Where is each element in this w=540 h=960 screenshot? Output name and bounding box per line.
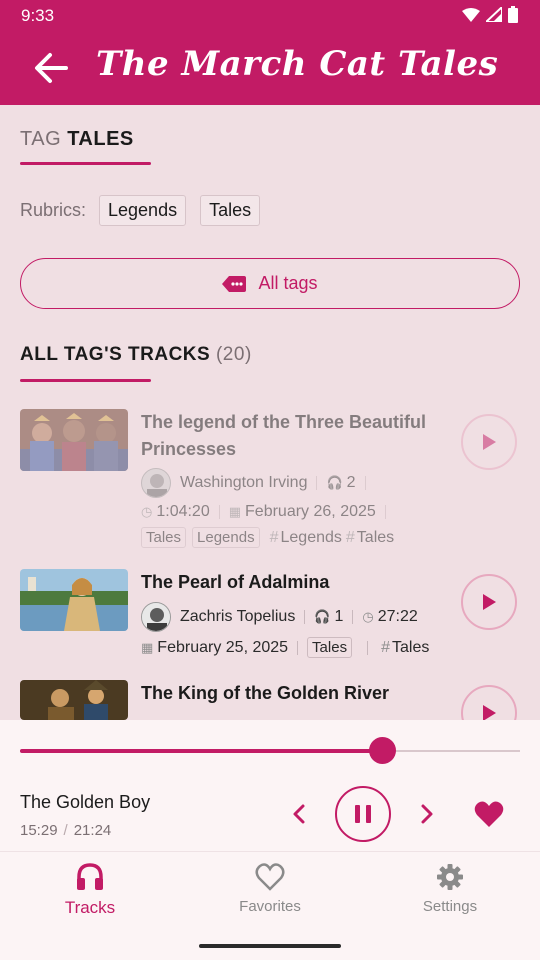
all-tags-label: All tags	[258, 273, 318, 293]
tag-header-underline	[20, 162, 151, 165]
gesture-handle	[199, 944, 341, 948]
play-icon	[483, 434, 496, 450]
now-playing-time: 15:29/21:24	[20, 822, 112, 839]
track-play-button[interactable]	[461, 574, 517, 630]
clock-icon: ◷	[141, 504, 153, 519]
tag-icon	[222, 275, 247, 292]
status-icons	[462, 6, 518, 23]
nav-settings-label: Settings	[422, 898, 478, 915]
track-tag[interactable]: Legends	[281, 529, 342, 547]
nav-tracks-label: Tracks	[64, 898, 116, 917]
track-rubric-chip[interactable]: Legends	[192, 527, 260, 548]
calendar-icon: ▦	[141, 639, 154, 655]
app-header: 9:33 The March Cat Tales	[0, 0, 540, 105]
track-date: February 26, 2025	[245, 503, 376, 520]
track-author[interactable]: Zachris Topelius	[180, 608, 295, 626]
clock-icon: ◷	[362, 609, 374, 624]
bottom-navigation: Tracks Favorites Settings	[0, 851, 540, 960]
nav-tracks[interactable]: Tracks	[30, 862, 150, 918]
track-meta-row: ◷ 1:04:20 ▦ February 26, 2025	[141, 503, 395, 521]
tag-prefix: TAG	[20, 128, 62, 150]
battery-icon	[508, 6, 518, 23]
track-meta-row: Zachris Topelius 🎧 1 ◷ 27:22	[141, 602, 418, 632]
rubric-chip-tales[interactable]: Tales	[200, 195, 261, 226]
section-title: ALL TAG'S TRACKS (20)	[20, 344, 252, 366]
rubrics-row: Rubrics: Legends Tales	[20, 195, 274, 226]
track-play-button[interactable]	[461, 414, 517, 470]
tag-header: TAG TALES	[20, 128, 134, 151]
status-time: 9:33	[21, 6, 55, 25]
back-arrow-icon[interactable]	[30, 48, 74, 88]
nav-settings[interactable]: Settings	[390, 862, 510, 915]
pause-button[interactable]	[335, 786, 391, 842]
track-listens: 2	[346, 474, 356, 491]
seek-bar-thumb[interactable]	[368, 737, 396, 764]
tag-name: TALES	[67, 128, 134, 150]
nav-favorites[interactable]: Favorites	[210, 862, 330, 915]
signal-icon	[486, 7, 502, 22]
track-rubric-chip[interactable]: Tales	[307, 637, 353, 658]
status-bar: 9:33	[0, 0, 540, 32]
heart-filled-icon[interactable]	[474, 800, 504, 828]
headphones-icon	[77, 863, 103, 890]
rubric-chip-legends[interactable]: Legends	[99, 195, 187, 226]
track-tag[interactable]: Tales	[357, 529, 394, 547]
track-cover-image	[20, 409, 128, 471]
author-avatar	[141, 602, 171, 632]
next-icon[interactable]	[417, 803, 437, 825]
headphones-small-icon: 🎧	[326, 475, 343, 490]
wifi-icon	[462, 7, 480, 22]
now-playing-title: The Golden Boy	[20, 792, 151, 812]
track-listens: 1	[334, 608, 344, 625]
track-meta-row: Washington Irving 🎧 2	[141, 468, 375, 498]
pause-icon	[355, 805, 371, 823]
track-tags-row: Tales Legends # Legends # Tales	[141, 527, 394, 548]
app-title: The March Cat Tales	[96, 44, 499, 84]
nav-favorites-label: Favorites	[239, 898, 301, 915]
all-tags-button[interactable]: All tags	[20, 258, 520, 309]
section-title-text: ALL TAG'S TRACKS	[20, 344, 211, 365]
gear-icon	[437, 864, 463, 890]
elapsed-time: 15:29	[20, 822, 58, 839]
seek-bar[interactable]	[20, 737, 520, 764]
track-cover-image	[20, 569, 128, 631]
track-duration: 1:04:20	[156, 503, 210, 520]
track-tag[interactable]: Tales	[392, 639, 429, 657]
rubrics-label: Rubrics:	[20, 200, 87, 220]
calendar-icon: ▦	[228, 504, 242, 519]
play-icon	[483, 594, 496, 610]
track-rubric-chip[interactable]: Tales	[141, 527, 187, 548]
seek-bar-progress	[20, 749, 382, 753]
author-avatar	[141, 468, 171, 498]
track-cover-image	[20, 680, 128, 720]
track-duration: 27:22	[377, 608, 418, 625]
previous-icon[interactable]	[289, 803, 309, 825]
track-title[interactable]: The Pearl of Adalmina	[141, 569, 441, 596]
track-meta-row: ▦ February 25, 2025 Tales # Tales	[141, 637, 430, 658]
track-title[interactable]: The King of the Golden River	[141, 680, 441, 707]
headphones-small-icon: 🎧	[314, 609, 331, 624]
track-title[interactable]: The legend of the Three Beautiful Prince…	[141, 409, 441, 463]
mini-player: The Golden Boy 15:29/21:24	[0, 720, 540, 851]
track-author[interactable]: Washington Irving	[180, 474, 307, 492]
total-time: 21:24	[73, 822, 112, 839]
track-date: February 25, 2025	[157, 638, 289, 656]
section-underline	[20, 379, 151, 382]
heart-outline-icon	[255, 863, 285, 891]
section-count: (20)	[215, 344, 252, 365]
